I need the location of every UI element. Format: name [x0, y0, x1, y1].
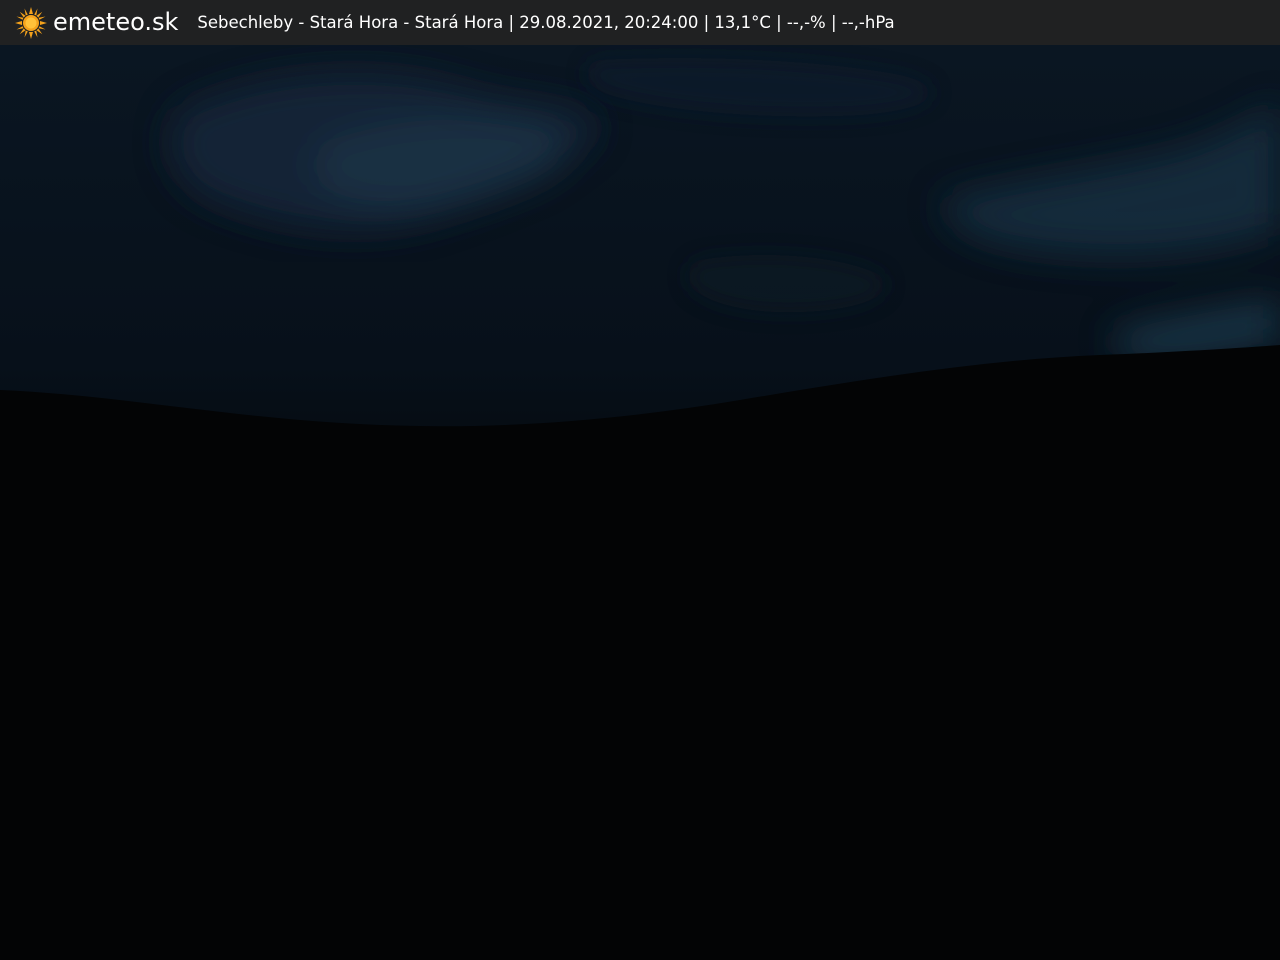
header-bar: emeteo.sk Sebechleby - Stará Hora - Star… [0, 0, 1280, 45]
hill-silhouette [0, 345, 1280, 960]
webcam-image [0, 45, 1280, 960]
station-caption: Sebechleby - Stará Hora - Stará Hora | 2… [197, 13, 895, 32]
logo[interactable]: emeteo.sk [14, 0, 178, 45]
sun-icon [15, 6, 47, 39]
webcam-frame: emeteo.sk Sebechleby - Stará Hora - Star… [0, 0, 1280, 960]
brand-name[interactable]: emeteo.sk [53, 0, 178, 45]
